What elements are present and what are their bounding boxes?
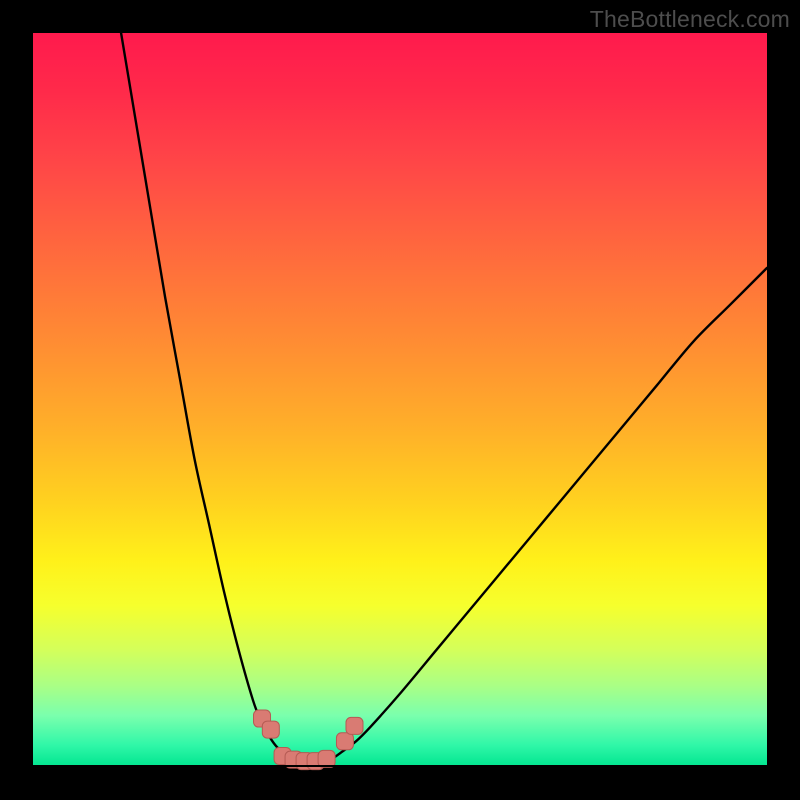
valley-marker: [346, 717, 363, 734]
chart-frame: TheBottleneck.com: [0, 0, 800, 800]
valley-marker: [262, 721, 279, 738]
watermark-text: TheBottleneck.com: [590, 6, 790, 33]
plot-bottom-edge: [33, 765, 767, 767]
chart-plot-area: [33, 33, 767, 767]
valley-marker: [336, 733, 353, 750]
bottleneck-curve: [121, 33, 767, 763]
chart-svg: [33, 33, 767, 767]
valley-markers: [254, 710, 363, 770]
